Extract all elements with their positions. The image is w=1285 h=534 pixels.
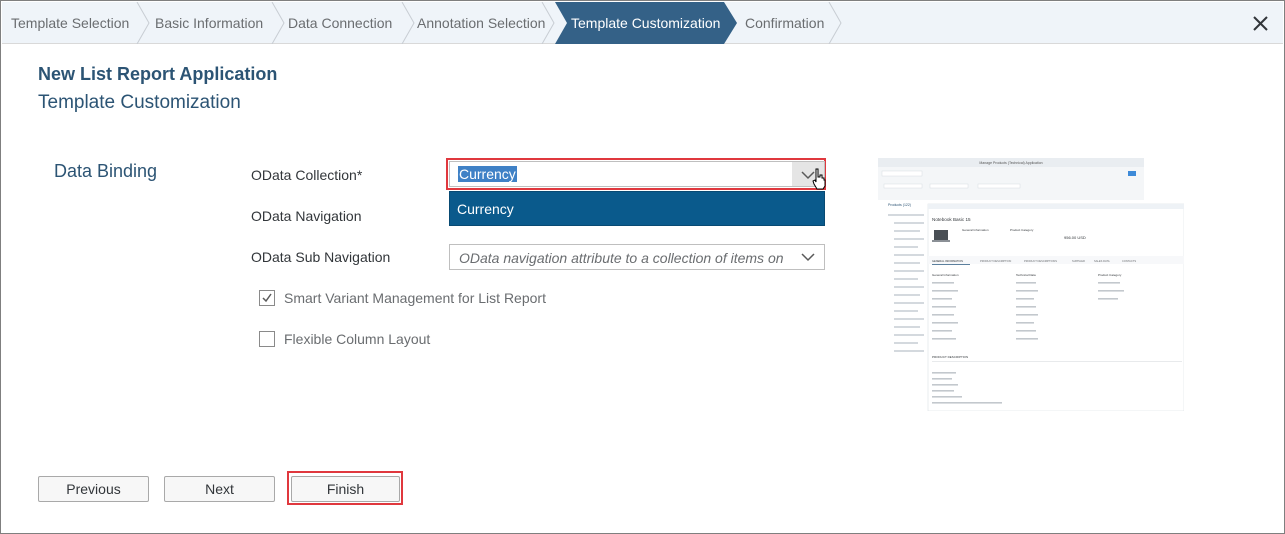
- odata-collection-value: Currency: [458, 166, 517, 182]
- flexible-column-layout-checkbox[interactable]: [259, 331, 275, 347]
- step-basic-information[interactable]: Basic Information: [155, 2, 263, 44]
- close-icon[interactable]: [1249, 10, 1273, 36]
- preview-object-title: Notebook Basic 15: [932, 217, 971, 222]
- preview-app-title: Manage Products (Technical) Application: [979, 161, 1042, 165]
- odata-collection-label: OData Collection*: [251, 167, 363, 183]
- step-template-customization[interactable]: Template Customization: [571, 2, 720, 44]
- previous-button[interactable]: Previous: [38, 476, 149, 502]
- preview-section-general: General Information: [932, 273, 959, 277]
- odata-sub-navigation-label: OData Sub Navigation: [251, 249, 391, 265]
- wizard-dialog: Template Selection Basic Information Dat…: [0, 0, 1285, 534]
- preview-tab-supplier: SUPPLIER: [1072, 259, 1085, 263]
- preview-tab-general: GENERAL INFORMATION: [932, 259, 963, 263]
- flexible-column-layout-label: Flexible Column Layout: [284, 331, 431, 347]
- preview-tab-sales: SALES DATA: [1094, 259, 1110, 263]
- next-button[interactable]: Next: [164, 476, 275, 502]
- wizard-step-bar: Template Selection Basic Information Dat…: [2, 2, 1283, 44]
- odata-collection-select[interactable]: Currency: [449, 161, 825, 187]
- section-label-data-binding: Data Binding: [54, 161, 158, 181]
- chevron-down-icon[interactable]: [792, 245, 824, 269]
- smart-variant-management-checkbox[interactable]: [259, 290, 275, 306]
- step-annotation-selection[interactable]: Annotation Selection: [417, 2, 545, 44]
- preview-tab-description: PRODUCT DESCRIPTION: [980, 259, 1011, 263]
- preview-tab-descriptions: PRODUCT DESCRIPTIONS: [1024, 259, 1057, 263]
- smart-variant-management-label: Smart Variant Management for List Report: [284, 290, 546, 306]
- app-title: New List Report Application: [38, 64, 278, 84]
- page-title: Template Customization: [38, 92, 241, 113]
- checkmark-icon: [262, 293, 272, 303]
- smart-variant-management-option[interactable]: Smart Variant Management for List Report: [259, 289, 559, 307]
- preview-group-general-info: General Information: [962, 228, 989, 232]
- preview-tab-contacts: CONTACTS: [1122, 259, 1136, 263]
- preview-group-product-category: Product Category: [1010, 228, 1034, 232]
- odata-sub-navigation-select[interactable]: OData navigation attribute to a collecti…: [449, 244, 825, 270]
- preview-product-description-title: PRODUCT DESCRIPTION: [932, 355, 968, 359]
- odata-sub-navigation-placeholder: OData navigation attribute to a collecti…: [459, 250, 784, 266]
- preview-section-technical: Technical Data: [1016, 273, 1036, 277]
- dropdown-item-currency[interactable]: Currency: [457, 201, 514, 217]
- preview-section-category: Product Category: [1098, 273, 1122, 277]
- step-confirmation[interactable]: Confirmation: [745, 2, 824, 44]
- preview-list-header: Products (122): [888, 203, 911, 207]
- odata-navigation-label: OData Navigation: [251, 208, 362, 224]
- flexible-column-layout-option[interactable]: Flexible Column Layout: [259, 330, 459, 348]
- step-data-connection[interactable]: Data Connection: [288, 2, 392, 44]
- finish-button[interactable]: Finish: [291, 476, 400, 502]
- odata-collection-dropdown: Currency: [449, 191, 825, 226]
- preview-price: 956.00 USD: [1064, 235, 1086, 240]
- template-preview-image: Manage Products (Technical) Application …: [878, 158, 1185, 412]
- step-template-selection[interactable]: Template Selection: [11, 2, 129, 44]
